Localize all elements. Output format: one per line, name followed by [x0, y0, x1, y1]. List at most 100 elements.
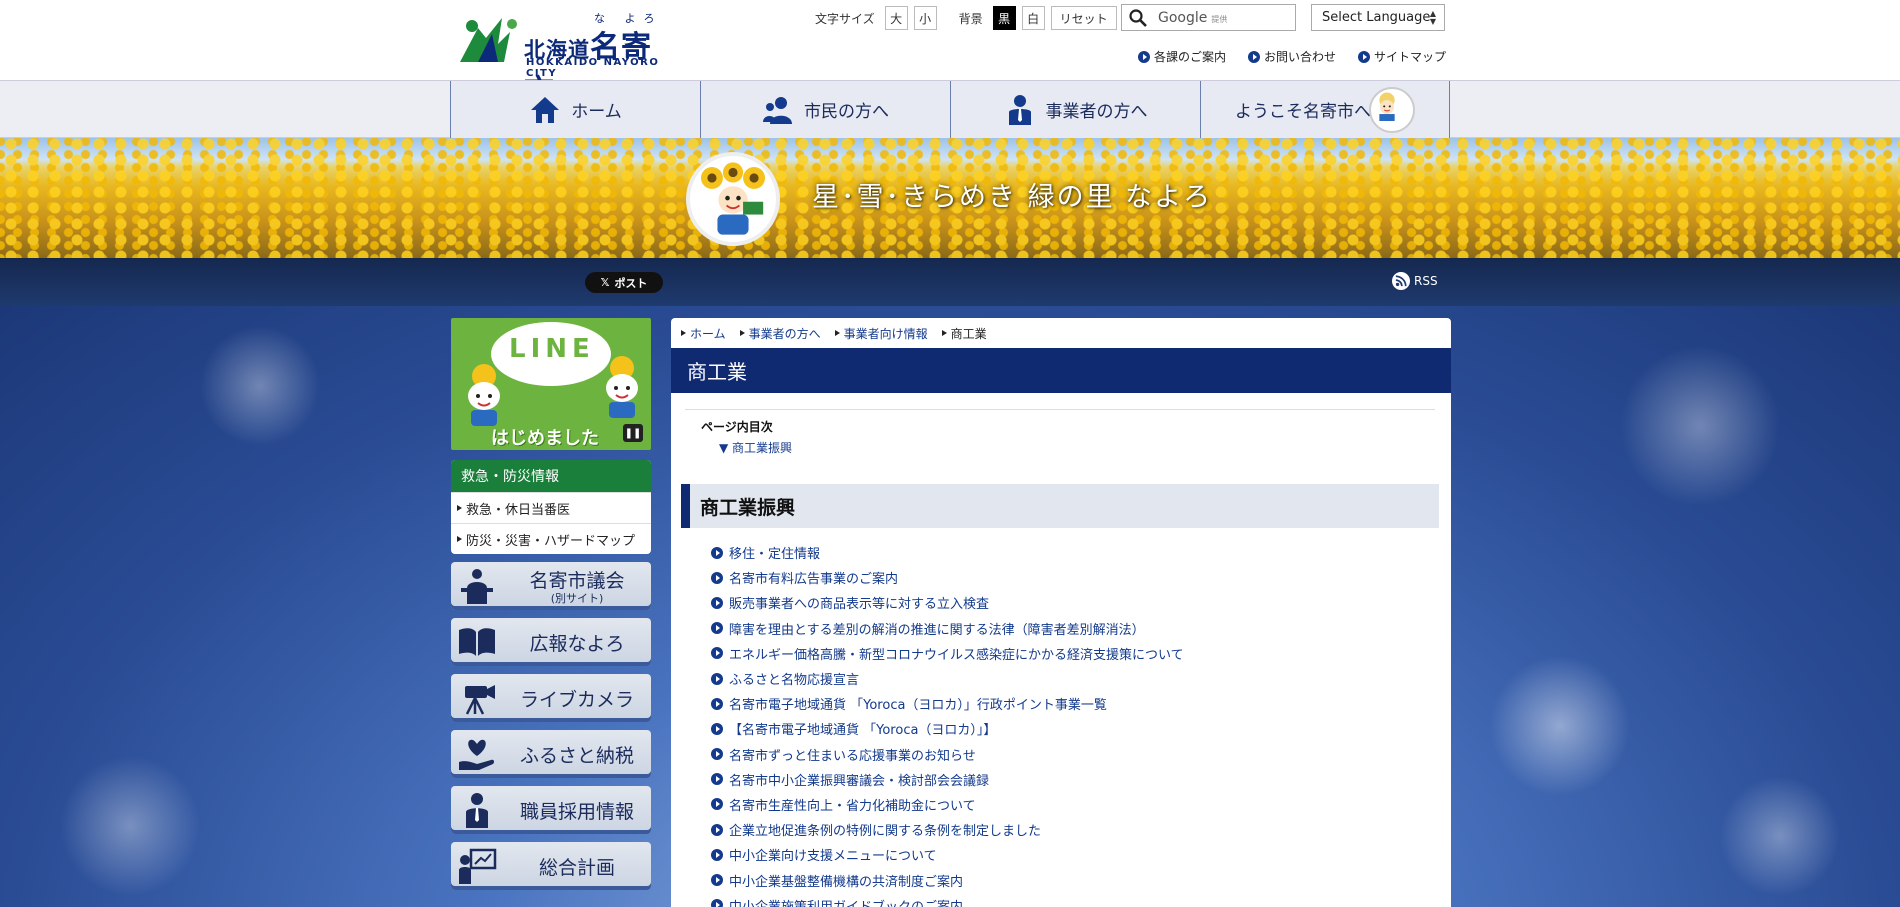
list-item[interactable]: 中小企業向け支援メニューについて — [711, 842, 1184, 867]
search-placeholder: Google 提供 — [1158, 9, 1228, 26]
list-item[interactable]: 販売事業者への商品表示等に対する立入検査 — [711, 590, 1184, 615]
sublink-sitemap[interactable]: サイトマップ — [1358, 48, 1446, 65]
mascot-icon — [1369, 87, 1415, 133]
arrow-circle-icon — [711, 899, 723, 907]
search-input[interactable]: Google 提供 — [1121, 4, 1296, 31]
list-item[interactable]: 名寄市ずっと住まいる応援事業のお知らせ — [711, 742, 1184, 767]
breadcrumb-business[interactable]: 事業者の方へ — [739, 325, 821, 342]
list-item[interactable]: 【名寄市電子地域通貨 「Yoroca（ヨロカ）」】 — [711, 716, 1184, 741]
arrow-circle-icon — [1138, 50, 1150, 63]
line-banner-text: LINE — [509, 334, 595, 364]
bg-white-button[interactable]: 白 — [1021, 6, 1045, 30]
sublink-departments[interactable]: 各課のご案内 — [1138, 48, 1226, 65]
list-item[interactable]: 名寄市電子地域通貨 「Yoroca（ヨロカ）」行政ポイント事業一覧 — [711, 691, 1184, 716]
x-post-button[interactable]: 𝕏 ポスト — [585, 272, 663, 293]
triangle-icon — [457, 505, 462, 511]
triangle-icon — [739, 330, 745, 336]
arrow-circle-icon — [1358, 50, 1371, 63]
people-icon — [763, 96, 792, 124]
list-item[interactable]: 中小企業施策利用ガイドブックのご案内 — [711, 893, 1184, 907]
rss-link[interactable]: RSS — [1392, 272, 1438, 290]
list-item[interactable]: 障害を理由とする差別の解消の推進に関する法律（障害者差別解消法） — [711, 616, 1184, 641]
hero-banner: 星･雪･きらめき 緑の里 なよろ — [0, 138, 1900, 258]
sidebar-button-council[interactable]: 名寄市議会 (別サイト) — [451, 562, 651, 610]
logo-english: HOKKAIDO NAYORO CITY — [526, 57, 660, 79]
breadcrumb-business-info[interactable]: 事業者向け情報 — [834, 325, 928, 342]
nav-citizens[interactable]: 市民の方へ — [700, 81, 950, 138]
nav-welcome[interactable]: ようこそ名寄市へ — [1200, 81, 1450, 138]
sidebar-button-recruit[interactable]: 職員採用情報 — [451, 786, 651, 834]
arrow-circle-icon — [711, 722, 723, 735]
site-logo[interactable]: な よろ 北海道名寄市 HOKKAIDO NAYORO CITY — [458, 10, 678, 109]
emergency-link-disaster[interactable]: 防災・災害・ハザードマップ — [451, 523, 651, 554]
emergency-link-medical[interactable]: 救急・休日当番医 — [451, 492, 651, 523]
breadcrumb-home[interactable]: ホーム — [681, 325, 726, 342]
left-sidebar: LINE はじめました ❚❚ 救急・防災情報 救急・休日当番医 防災・災害・ハザ… — [451, 318, 651, 890]
triangle-icon — [457, 536, 462, 542]
sidebar-button-koho[interactable]: 広報なよろ — [451, 618, 651, 666]
font-large-button[interactable]: 大 — [884, 6, 908, 30]
logo-mark-icon — [460, 18, 517, 62]
pause-icon: ❚❚ — [624, 427, 642, 439]
mascot-right-icon — [606, 356, 638, 418]
language-select[interactable]: Select Language ▲ ▼ — [1311, 4, 1445, 31]
sublink-contact[interactable]: お問い合わせ — [1248, 48, 1336, 65]
bg-black-button[interactable]: 黒 — [992, 6, 1016, 30]
arrow-circle-icon — [1248, 50, 1261, 63]
list-item[interactable]: 中小企業基盤整備機構の共済制度ご案内 — [711, 867, 1184, 892]
arrow-circle-icon — [711, 798, 723, 811]
mascot-badge-icon — [686, 152, 780, 246]
main-content: ホーム 事業者の方へ 事業者向け情報 商工業 商工業 ページ内目次 ▼ 商工業振… — [671, 318, 1451, 907]
arrow-circle-icon — [711, 596, 723, 609]
arrow-circle-icon — [711, 748, 723, 761]
toc-title: ページ内目次 — [701, 420, 773, 434]
list-item[interactable]: エネルギー価格高騰・新型コロナウイルス感染症にかかる経済支援策について — [711, 641, 1184, 666]
mascot-left-icon — [468, 364, 500, 426]
pause-button[interactable]: ❚❚ — [623, 424, 643, 442]
emergency-box: 救急・防災情報 救急・休日当番医 防災・災害・ハザードマップ — [451, 460, 651, 554]
x-logo-icon: 𝕏 — [600, 276, 610, 289]
sidebar-button-livecamera[interactable]: ライブカメラ — [451, 674, 651, 722]
line-banner[interactable]: LINE はじめました ❚❚ — [451, 318, 651, 450]
person-icon — [466, 793, 488, 828]
breadcrumb: ホーム 事業者の方へ 事業者向け情報 商工業 — [681, 322, 987, 344]
list-item[interactable]: 移住・定住情報 — [711, 540, 1184, 565]
arrow-circle-icon — [711, 874, 723, 887]
page-title: 商工業 — [671, 348, 1451, 393]
nav-home[interactable]: ホーム — [450, 81, 700, 138]
divider — [685, 409, 1435, 410]
home-icon — [531, 96, 560, 123]
list-item[interactable]: 名寄市有料広告事業のご案内 — [711, 565, 1184, 590]
accessibility-tools: 文字サイズ 大 小 背景 黒 白 リセット — [815, 5, 1117, 31]
toc-link-shinko[interactable]: ▼ 商工業振興 — [719, 439, 792, 456]
font-small-button[interactable]: 小 — [913, 6, 937, 30]
list-item[interactable]: 企業立地促進条例の特例に関する条例を制定しました — [711, 817, 1184, 842]
arrow-circle-icon — [711, 697, 723, 710]
businessperson-icon — [1008, 94, 1031, 125]
font-size-label: 文字サイズ — [815, 11, 875, 26]
site-header: な よろ 北海道名寄市 HOKKAIDO NAYORO CITY 文字サイズ 大… — [0, 0, 1900, 109]
sidebar-button-furusato[interactable]: ふるさと納税 — [451, 730, 651, 778]
line-banner-caption: はじめました — [491, 428, 599, 449]
header-sublinks: 各課のご案内 お問い合わせ サイトマップ — [1138, 48, 1446, 65]
social-bar: 𝕏 ポスト RSS — [0, 258, 1900, 306]
presentation-icon — [459, 848, 497, 884]
link-list: 移住・定住情報 名寄市有料広告事業のご案内 販売事業者への商品表示等に対する立入… — [711, 540, 1184, 907]
breadcrumb-current: 商工業 — [941, 325, 987, 342]
list-item[interactable]: 名寄市中小企業振興審議会・検討部会会議録 — [711, 767, 1184, 792]
sidebar-button-plan[interactable]: 総合計画 — [451, 842, 651, 890]
triangle-icon — [834, 330, 840, 336]
arrow-circle-icon — [711, 773, 723, 786]
background-label: 背景 — [958, 11, 983, 26]
triangle-icon — [681, 330, 686, 336]
list-item[interactable]: 名寄市生産性向上・省力化補助金について — [711, 792, 1184, 817]
podium-icon — [461, 569, 493, 604]
nav-business[interactable]: 事業者の方へ — [950, 81, 1200, 138]
arrow-circle-icon — [711, 823, 723, 836]
arrow-circle-icon — [711, 672, 723, 685]
arrow-circle-icon — [711, 622, 723, 635]
arrow-circle-icon — [711, 546, 723, 559]
reset-button[interactable]: リセット — [1050, 6, 1117, 30]
section-heading: 商工業振興 — [681, 484, 1439, 528]
list-item[interactable]: ふるさと名物応援宣言 — [711, 666, 1184, 691]
